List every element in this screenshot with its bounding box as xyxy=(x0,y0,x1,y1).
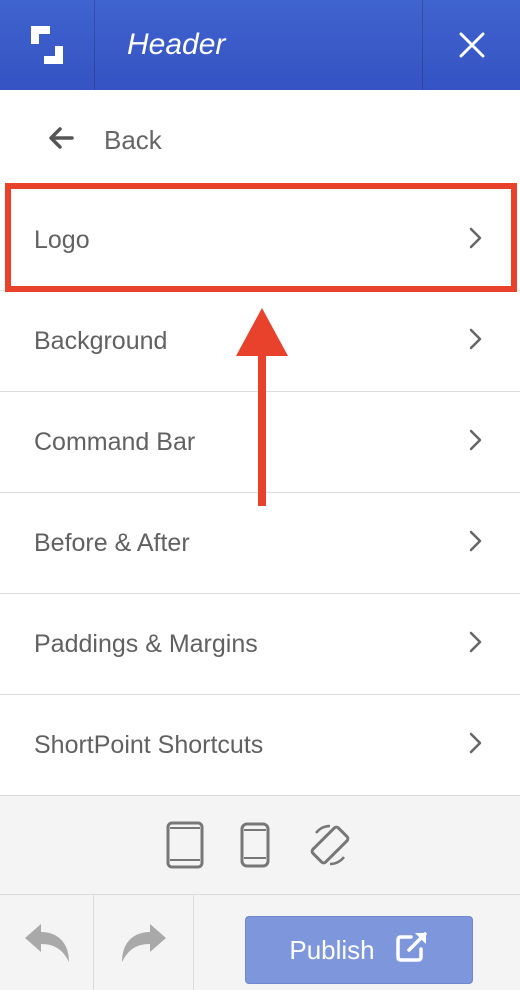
panel-title: Header xyxy=(127,28,226,61)
chevron-right-icon xyxy=(468,731,484,760)
menu-item-label: ShortPoint Shortcuts xyxy=(34,730,264,759)
undo-icon[interactable] xyxy=(0,895,94,990)
arrow-left-icon xyxy=(48,126,74,154)
chevron-right-icon xyxy=(468,428,484,457)
chevron-right-icon xyxy=(468,226,484,255)
menu-item-shortpoint-shortcuts[interactable]: ShortPoint Shortcuts xyxy=(0,695,520,796)
publish-button[interactable]: Publish xyxy=(245,916,473,984)
phone-icon[interactable] xyxy=(240,822,270,868)
panel-header: Header xyxy=(0,0,520,90)
menu-item-label: Before & After xyxy=(34,528,190,557)
device-preview-bar xyxy=(0,795,520,895)
chevron-right-icon xyxy=(468,529,484,558)
shortpoint-logo-icon[interactable] xyxy=(0,0,95,90)
close-icon[interactable] xyxy=(422,0,520,90)
menu-item-before-after[interactable]: Before & After xyxy=(0,493,520,594)
menu-item-label: Logo xyxy=(34,225,90,254)
publish-label: Publish xyxy=(289,934,375,965)
menu-item-logo[interactable]: Logo xyxy=(0,190,520,291)
back-button[interactable]: Back xyxy=(0,90,520,190)
rotate-device-icon[interactable] xyxy=(306,821,354,869)
menu-item-paddings-margins[interactable]: Paddings & Margins xyxy=(0,594,520,695)
menu-item-label: Background xyxy=(34,326,168,355)
redo-icon[interactable] xyxy=(94,895,194,990)
tablet-icon[interactable] xyxy=(166,821,204,869)
chevron-right-icon xyxy=(468,327,484,356)
back-label: Back xyxy=(104,124,162,155)
settings-menu: Logo Background Command Bar Before & Aft… xyxy=(0,190,520,796)
chevron-right-icon xyxy=(468,630,484,659)
menu-item-label: Paddings & Margins xyxy=(34,629,258,658)
menu-item-command-bar[interactable]: Command Bar xyxy=(0,392,520,493)
menu-item-background[interactable]: Background xyxy=(0,291,520,392)
menu-item-label: Command Bar xyxy=(34,427,196,456)
external-link-icon xyxy=(395,931,429,970)
